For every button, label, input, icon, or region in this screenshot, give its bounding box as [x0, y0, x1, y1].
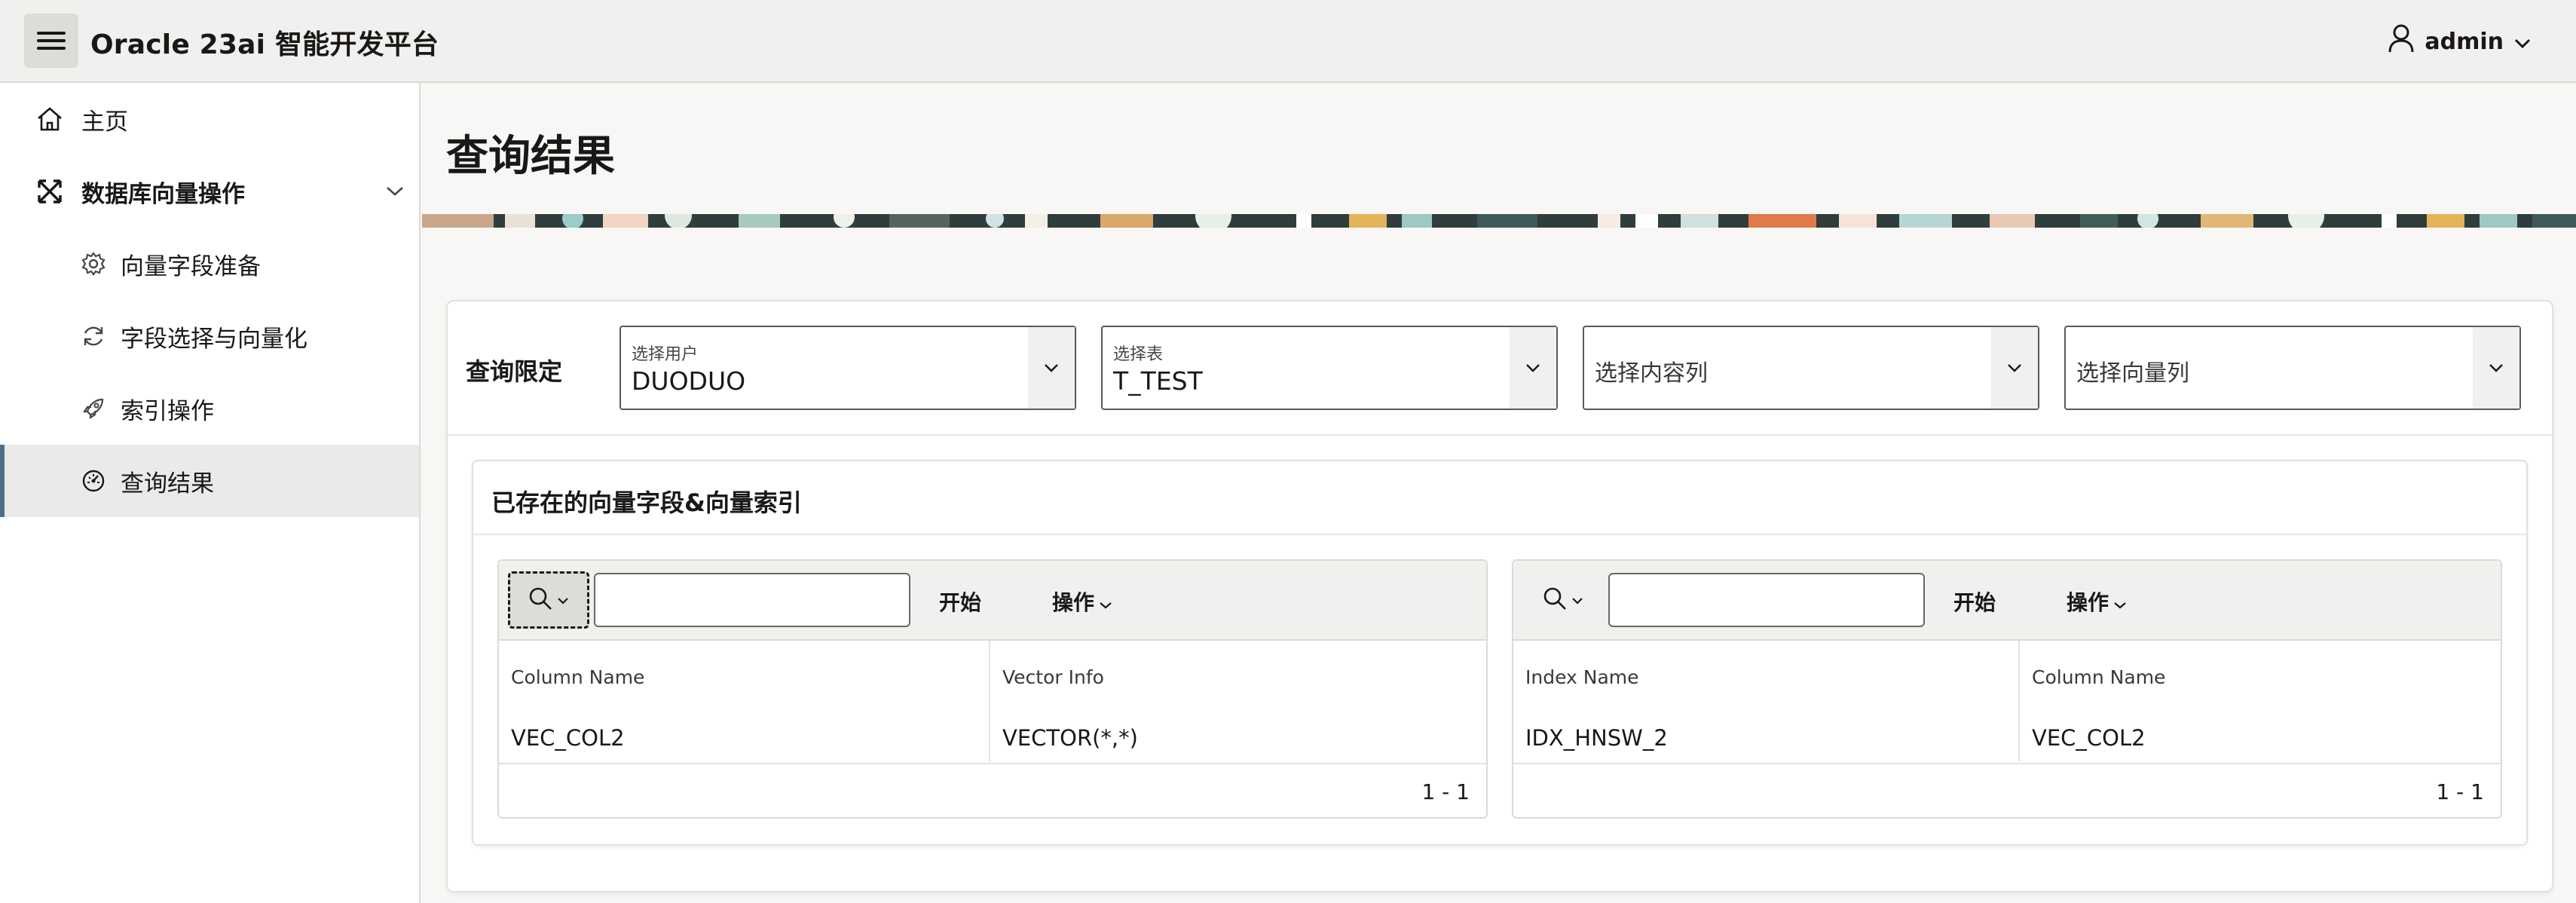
vector-column-select[interactable]: 选择向量列: [2064, 326, 2521, 410]
column-separator: [2018, 641, 2020, 761]
sidebar-nav: 主页 数据库向量操作 向量字段准备 字段选择与向量化 索引操作 查询结果: [0, 83, 421, 903]
go-button[interactable]: 开始: [1953, 586, 1996, 617]
chevron-down-icon[interactable]: [380, 176, 410, 207]
region-title: 已存在的向量字段&向量索引: [491, 488, 802, 517]
user-menu[interactable]: admin: [2388, 23, 2531, 60]
sidebar-item-vector-field-prep[interactable]: 向量字段准备: [0, 228, 419, 300]
refresh-icon: [78, 321, 109, 351]
chevron-down-icon[interactable]: [1991, 327, 2038, 409]
shuffle-icon: [35, 176, 65, 207]
sidebar-item-label: 字段选择与向量化: [121, 325, 307, 353]
table-select-label: 选择表: [1113, 345, 1164, 364]
search-input[interactable]: [594, 573, 910, 627]
home-icon: [35, 104, 65, 134]
column-separator: [989, 641, 990, 761]
report-toolbar: 开始 操作: [1513, 561, 2501, 641]
search-column-toggle[interactable]: [508, 571, 589, 629]
chevron-down-icon: [2514, 29, 2531, 55]
decorative-banner: [422, 214, 2576, 228]
vector-column-select-placeholder: 选择向量列: [2076, 360, 2189, 387]
column-header[interactable]: Index Name: [1525, 666, 1639, 688]
vector-column-select-field[interactable]: 选择向量列: [2066, 327, 2474, 409]
actions-menu-button[interactable]: 操作: [1052, 586, 1112, 617]
rocket-icon: [78, 393, 109, 424]
row-divider: [1513, 763, 2501, 764]
table-select[interactable]: 选择表 T_TEST: [1101, 326, 1558, 410]
user-select-field[interactable]: 选择用户 DUODUO: [621, 327, 1029, 409]
table-cell: VECTOR(*,*): [1002, 725, 1138, 751]
app-title: Oracle 23ai 智能开发平台: [90, 29, 439, 60]
gear-icon: [78, 249, 109, 279]
row-divider: [499, 763, 1486, 764]
sidebar-item-label: 索引操作: [121, 397, 214, 425]
search-input[interactable]: [1608, 573, 1925, 627]
sidebar-item-label: 查询结果: [121, 470, 214, 497]
sidebar-item-vector-ops[interactable]: 数据库向量操作: [0, 155, 419, 228]
user-select-label: 选择用户: [632, 345, 699, 364]
filters-divider: [448, 434, 2552, 436]
column-header[interactable]: Vector Info: [1002, 666, 1104, 688]
page-title: 查询结果: [446, 132, 615, 181]
sidebar-item-home[interactable]: 主页: [0, 83, 419, 155]
table-cell: VEC_COL2: [2032, 725, 2146, 751]
chevron-down-icon: [1099, 589, 1112, 614]
user-select[interactable]: 选择用户 DUODUO: [620, 326, 1076, 410]
hamburger-menu-icon[interactable]: [24, 14, 78, 68]
app-header: Oracle 23ai 智能开发平台 admin: [0, 0, 2576, 83]
sidebar-item-index-ops[interactable]: 索引操作: [0, 372, 419, 445]
search-column-toggle[interactable]: [1522, 571, 1604, 629]
content-column-select[interactable]: 选择内容列: [1583, 326, 2039, 410]
sidebar-item-label: 主页: [81, 108, 128, 136]
column-header[interactable]: Column Name: [511, 666, 644, 688]
table-cell: IDX_HNSW_2: [1525, 725, 1668, 751]
pagination-info: 1 - 1: [1421, 779, 1470, 804]
column-header[interactable]: Column Name: [2032, 666, 2165, 688]
chevron-down-icon[interactable]: [1510, 327, 1556, 409]
chevron-down-icon: [557, 593, 569, 608]
sidebar-item-label: 数据库向量操作: [81, 180, 245, 208]
user-icon: [2388, 24, 2414, 59]
table-cell: VEC_COL2: [511, 725, 625, 751]
vector-columns-report: 开始 操作 Column Name Vector Info VEC_COL2 V…: [497, 559, 1488, 819]
actions-label: 操作: [1052, 590, 1095, 615]
sidebar-item-field-vectorize[interactable]: 字段选择与向量化: [0, 300, 419, 372]
gauge-icon: [78, 466, 109, 496]
region-divider: [473, 534, 2526, 535]
chevron-down-icon[interactable]: [1028, 327, 1075, 409]
pagination-info: 1 - 1: [2436, 779, 2484, 804]
search-icon: [528, 586, 552, 614]
sidebar-item-label: 向量字段准备: [121, 253, 261, 280]
go-button[interactable]: 开始: [939, 586, 981, 617]
content-column-select-placeholder: 选择内容列: [1595, 360, 1708, 387]
filters-label: 查询限定: [466, 357, 563, 386]
content-column-select-field[interactable]: 选择内容列: [1584, 327, 1993, 409]
chevron-down-icon[interactable]: [2473, 327, 2519, 409]
actions-menu-button[interactable]: 操作: [2067, 586, 2127, 617]
sidebar-item-query-results[interactable]: 查询结果: [0, 445, 419, 517]
chevron-down-icon: [2113, 589, 2127, 614]
report-toolbar: 开始 操作: [499, 561, 1486, 641]
user-name: admin: [2425, 28, 2504, 55]
chevron-down-icon: [1571, 593, 1583, 608]
vector-indexes-report: 开始 操作 Index Name Column Name IDX_HNSW_2 …: [1512, 559, 2502, 819]
table-select-value: T_TEST: [1113, 366, 1203, 396]
user-select-value: DUODUO: [632, 366, 746, 396]
table-select-field[interactable]: 选择表 T_TEST: [1103, 327, 1511, 409]
search-icon: [1543, 586, 1567, 614]
actions-label: 操作: [2067, 590, 2109, 615]
